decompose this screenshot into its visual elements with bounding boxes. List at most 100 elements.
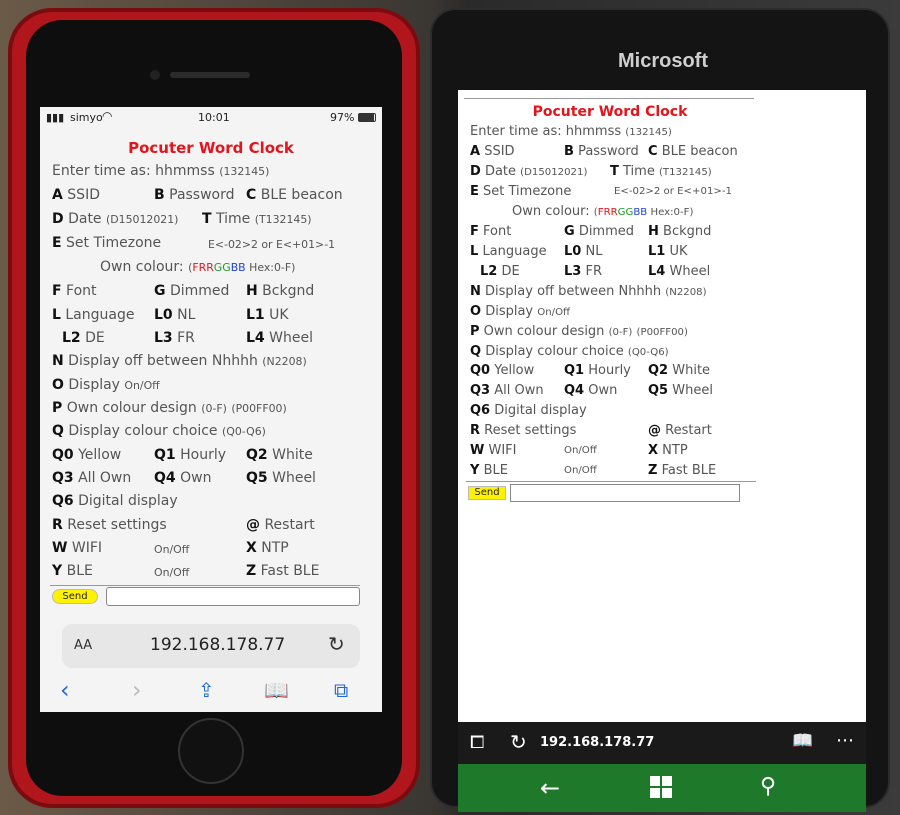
option-l4: L4 Wheel	[246, 330, 313, 346]
option-b: B Password	[154, 187, 235, 203]
back-icon[interactable]: ‹	[60, 676, 70, 704]
option-l0: L0 NL	[564, 244, 603, 259]
option-l0: L0 NL	[154, 307, 196, 323]
option-l1: L1 UK	[648, 244, 688, 259]
option-l1: L1 UK	[246, 307, 289, 323]
iphone-screen: ▮▮▮ simyo ◠ 10:01 97% Pocuter Word Clock…	[40, 107, 382, 712]
option-restart: @ Restart	[648, 423, 712, 438]
option-o: O Display On/Off	[470, 304, 571, 319]
front-camera	[150, 70, 160, 80]
send-button[interactable]: Send	[468, 486, 506, 500]
option-b: B Password	[564, 144, 639, 159]
battery-icon	[358, 113, 376, 122]
reload-icon[interactable]: ↻	[328, 632, 345, 656]
option-t: T Time (T132145)	[610, 164, 712, 179]
divider	[466, 481, 756, 482]
option-q3: Q3 All Own	[52, 470, 132, 486]
clock: 10:01	[198, 111, 230, 124]
windows-nav-bar: ← ⚲	[458, 764, 866, 812]
home-button[interactable]	[178, 718, 244, 784]
option-y-toggle: On/Off	[564, 465, 597, 476]
command-input[interactable]	[510, 484, 740, 502]
option-l: L Language	[470, 244, 547, 259]
share-icon[interactable]: ⇪	[198, 678, 215, 702]
option-c: C BLE beacon	[648, 144, 738, 159]
option-g: G Dimmed	[154, 283, 230, 299]
option-q3: Q3 All Own	[470, 383, 544, 398]
option-q4: Q4 Own	[154, 470, 212, 486]
option-restart: @ Restart	[246, 517, 315, 533]
option-q2: Q2 White	[246, 447, 313, 463]
option-q1: Q1 Hourly	[564, 363, 631, 378]
option-r: R Reset settings	[470, 423, 577, 438]
webpage: Pocuter Word Clock Enter time as: hhmmss…	[40, 129, 382, 609]
option-c: C BLE beacon	[246, 187, 343, 203]
enter-time-text-lumia: Enter time as: hhmmss (132145)	[470, 124, 672, 139]
option-l4: L4 Wheel	[648, 264, 711, 279]
option-q2: Q2 White	[648, 363, 711, 378]
option-l3: L3 FR	[154, 330, 195, 346]
windows-start-icon[interactable]	[650, 776, 672, 798]
option-p: P Own colour design (0-F) (P00FF00)	[470, 324, 688, 339]
safari-toolbar: ‹ › ⇪ 📖 ⧉	[40, 672, 382, 712]
option-d: D Date (D15012021)	[52, 211, 179, 227]
option-y: Y BLE	[52, 563, 93, 579]
search-icon[interactable]: ⚲	[760, 774, 776, 799]
more-icon[interactable]: ⋯	[836, 730, 854, 751]
text-size-button[interactable]: AA	[74, 638, 92, 653]
option-q6: Q6 Digital display	[52, 493, 178, 509]
address-bar[interactable]: AA 192.168.178.77 ↻	[62, 624, 360, 668]
lumia-screen: Pocuter Word Clock Enter time as: hhmmss…	[458, 90, 866, 722]
send-button[interactable]: Send	[52, 589, 98, 604]
bookmarks-icon[interactable]: 📖	[264, 678, 289, 702]
option-l3: L3 FR	[564, 264, 602, 279]
option-w: W WIFI	[470, 443, 517, 458]
option-q: Q Display colour choice (Q0-Q6)	[470, 344, 669, 359]
option-a: A SSID	[52, 187, 100, 203]
battery-percent: 97%	[330, 111, 355, 124]
option-q5: Q5 Wheel	[648, 383, 713, 398]
option-g: G Dimmed	[564, 224, 635, 239]
signal-icon: ▮▮▮	[46, 111, 65, 124]
option-q: Q Display colour choice (Q0-Q6)	[52, 423, 266, 439]
command-input[interactable]	[106, 587, 360, 606]
microsoft-logo: Microsoft	[618, 50, 708, 72]
option-l2: L2 DE	[480, 264, 520, 279]
option-r: R Reset settings	[52, 517, 167, 533]
wifi-icon: ◠	[102, 109, 113, 123]
reading-view-icon[interactable]: 📖	[792, 731, 813, 751]
option-h: H Bckgnd	[648, 224, 712, 239]
edge-address-bar: ⧠ ↻ 192.168.178.77 📖 ⋯	[458, 722, 866, 764]
option-q6: Q6 Digital display	[470, 403, 587, 418]
option-f: F Font	[470, 224, 512, 239]
page-title: Pocuter Word Clock	[128, 139, 294, 157]
option-z: Z Fast BLE	[246, 563, 320, 579]
option-e: E Set Timezone	[470, 184, 572, 199]
tabs-icon[interactable]: ⧠	[470, 732, 484, 753]
option-q1: Q1 Hourly	[154, 447, 227, 463]
option-y: Y BLE	[470, 463, 508, 478]
option-e-example: E<-02>2 or E<+01>-1	[208, 238, 336, 251]
tabs-icon[interactable]: ⧉	[334, 678, 348, 702]
option-f: F Font	[52, 283, 97, 299]
option-l: L Language	[52, 307, 135, 323]
reload-icon[interactable]: ↻	[510, 730, 527, 754]
forward-icon[interactable]: ›	[132, 676, 142, 704]
option-e: E Set Timezone	[52, 235, 162, 251]
option-q0: Q0 Yellow	[52, 447, 122, 463]
back-arrow-icon[interactable]: ←	[540, 774, 560, 802]
status-bar: ▮▮▮ simyo ◠ 10:01 97%	[40, 107, 382, 129]
url-text[interactable]: 192.168.178.77	[540, 735, 654, 750]
option-t: T Time (T132145)	[202, 211, 312, 227]
option-q5: Q5 Wheel	[246, 470, 316, 486]
option-p: P Own colour design (0-F) (P00FF00)	[52, 400, 287, 416]
own-colour-line: Own colour: (FRRGGBB Hex:0-F)	[512, 204, 694, 219]
top-divider	[464, 98, 754, 99]
enter-time-text: Enter time as: hhmmss (132145)	[52, 163, 270, 179]
option-w-toggle: On/Off	[564, 445, 597, 456]
divider	[50, 585, 360, 586]
option-n: N Display off between Nhhhh (N2208)	[52, 353, 307, 369]
own-colour-line: Own colour: (FRRGGBB Hex:0-F)	[100, 259, 296, 275]
earpiece-speaker	[170, 72, 250, 78]
option-w: W WIFI	[52, 540, 103, 556]
